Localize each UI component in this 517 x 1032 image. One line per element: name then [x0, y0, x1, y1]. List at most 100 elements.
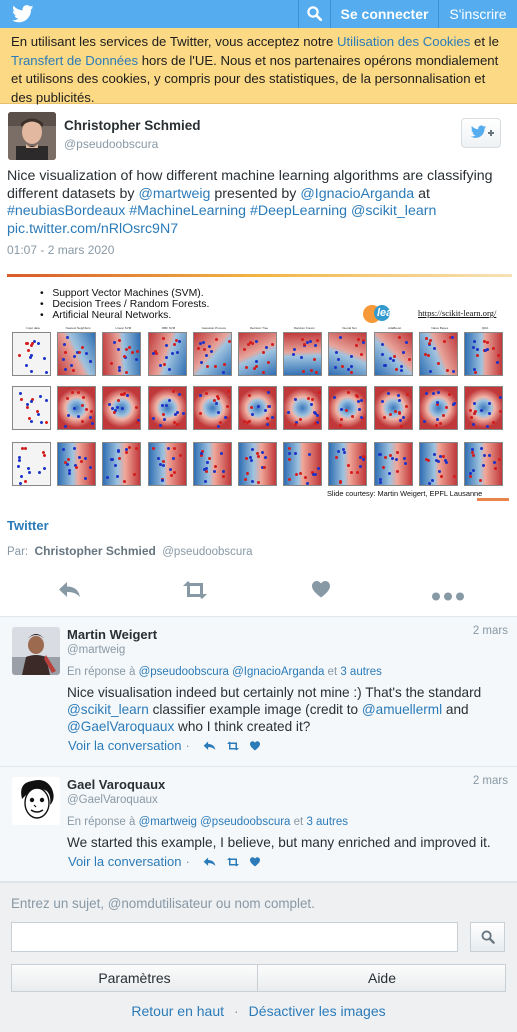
reply-author-handle[interactable]: @martweig [67, 644, 125, 656]
retweet-icon[interactable] [226, 855, 240, 870]
tweet-image[interactable]: • Support Vector Machines (SVM). • Decis… [7, 274, 512, 505]
like-heart-icon[interactable] [312, 581, 330, 601]
tweet-text-part: at [414, 185, 430, 202]
search-input[interactable] [11, 922, 458, 952]
data-point [107, 402, 111, 406]
classifier-thumbnail [464, 332, 503, 376]
classifier-thumbnail [238, 386, 277, 430]
mention-link[interactable]: @scikit_learn [67, 702, 149, 717]
tweet-timestamp[interactable]: 01:07 - 2 mars 2020 [7, 243, 114, 257]
source-link[interactable]: Twitter [7, 518, 49, 533]
mention-link[interactable]: @GaelVaroquaux [67, 719, 174, 734]
data-point [264, 345, 268, 349]
data-point [423, 420, 427, 424]
data-point [42, 454, 46, 458]
hashtag-link[interactable]: #MachineLearning [129, 203, 246, 219]
par-name[interactable]: Christopher Schmied [34, 544, 155, 558]
pic-link[interactable]: pic.twitter.com/nRlOsrc9N7 [7, 221, 178, 237]
data-point [359, 415, 363, 419]
data-point [447, 393, 451, 397]
data-point [436, 362, 440, 366]
data-point [267, 405, 271, 409]
hashtag-link[interactable]: #DeepLearning [250, 203, 347, 219]
follow-button[interactable] [461, 118, 501, 148]
view-conversation-link[interactable]: Voir la conversation [68, 738, 181, 753]
data-point [399, 419, 403, 423]
data-point [81, 404, 85, 408]
search-submit-button[interactable] [470, 922, 505, 952]
data-point [287, 410, 291, 414]
reply-author-name[interactable]: Gael Varoquaux [67, 777, 165, 792]
reply-tweet[interactable]: Gael Varoquaux @GaelVaroquaux 2 mars En … [0, 767, 517, 882]
classifier-thumbnail [57, 386, 97, 430]
reply-to-others[interactable]: 3 autres [306, 816, 348, 828]
data-point [395, 457, 399, 461]
data-point [314, 344, 318, 348]
settings-button[interactable]: Paramètres [12, 965, 258, 991]
data-point [77, 456, 81, 460]
data-point [63, 342, 67, 346]
data-point [178, 339, 182, 343]
par-handle[interactable]: @pseudoobscura [162, 546, 252, 558]
classifier-column-header: AdaBoost [388, 327, 402, 330]
data-point [169, 467, 173, 471]
help-button[interactable]: Aide [259, 965, 505, 991]
more-options-icon[interactable] [431, 589, 465, 604]
retweet-icon[interactable] [226, 739, 240, 754]
view-conversation-link[interactable]: Voir la conversation [68, 854, 181, 869]
hashtag-link[interactable]: #neubiasBordeaux [7, 203, 125, 219]
login-button[interactable]: Se connecter [330, 0, 438, 28]
reply-tweet[interactable]: Martin Weigert @martweig 2 mars En répon… [0, 617, 517, 767]
mention-link[interactable]: @scikit_learn [351, 203, 436, 219]
reply-icon[interactable] [58, 581, 81, 602]
avatar[interactable] [12, 777, 60, 825]
twitter-bird-icon[interactable] [12, 5, 34, 23]
data-point [151, 352, 155, 356]
data-point [498, 409, 502, 413]
data-point [359, 352, 363, 356]
like-heart-icon[interactable] [249, 739, 260, 754]
reply-icon[interactable] [203, 739, 216, 754]
avatar[interactable] [12, 627, 60, 675]
data-point [437, 469, 441, 473]
avatar[interactable] [8, 112, 56, 160]
retweet-icon[interactable] [181, 581, 209, 602]
data-point [19, 474, 23, 478]
reply-date[interactable]: 2 mars [473, 625, 508, 637]
reply-to-mentions[interactable]: @pseudoobscura @IgnacioArganda [139, 666, 325, 678]
data-point [438, 421, 442, 425]
data-point [68, 468, 72, 472]
author-handle[interactable]: @pseudoobscura [64, 137, 158, 151]
data-point [27, 467, 31, 471]
reply-to-mentions[interactable]: @martweig @pseudoobscura [139, 816, 291, 828]
data-point [37, 413, 41, 417]
reply-to-line: En réponse à @pseudoobscura @IgnacioArga… [67, 666, 382, 678]
back-to-top-link[interactable]: Retour en haut [131, 1003, 224, 1019]
data-point [125, 348, 129, 351]
data-point [339, 408, 343, 412]
classifier-column-header: RBF SVM [161, 327, 176, 330]
data-point [134, 446, 138, 450]
data-point [491, 346, 495, 350]
disable-images-link[interactable]: Désactiver les images [249, 1003, 386, 1019]
mention-link[interactable]: @amuellerml [362, 702, 442, 717]
reply-author-name[interactable]: Martin Weigert [67, 627, 157, 642]
data-point [478, 479, 482, 483]
reply-date[interactable]: 2 mars [473, 775, 508, 787]
data-point [66, 413, 70, 417]
reply-to-others[interactable]: 3 autres [340, 666, 382, 678]
like-heart-icon[interactable] [249, 855, 260, 870]
mention-link[interactable]: @IgnacioArganda [300, 186, 414, 202]
mention-link[interactable]: @martweig [138, 186, 210, 202]
reply-author-handle[interactable]: @GaelVaroquaux [67, 794, 158, 806]
search-button[interactable] [298, 0, 330, 28]
data-transfer-link[interactable]: Transfert de Données [11, 53, 138, 68]
signup-button[interactable]: S'inscrire [438, 0, 517, 28]
follow-icon [470, 125, 494, 138]
data-point [257, 454, 261, 458]
author-name[interactable]: Christopher Schmied [64, 118, 201, 133]
data-point [400, 425, 404, 429]
data-point [339, 481, 343, 485]
cookie-policy-link[interactable]: Utilisation des Cookies [337, 34, 470, 49]
reply-icon[interactable] [203, 855, 216, 870]
